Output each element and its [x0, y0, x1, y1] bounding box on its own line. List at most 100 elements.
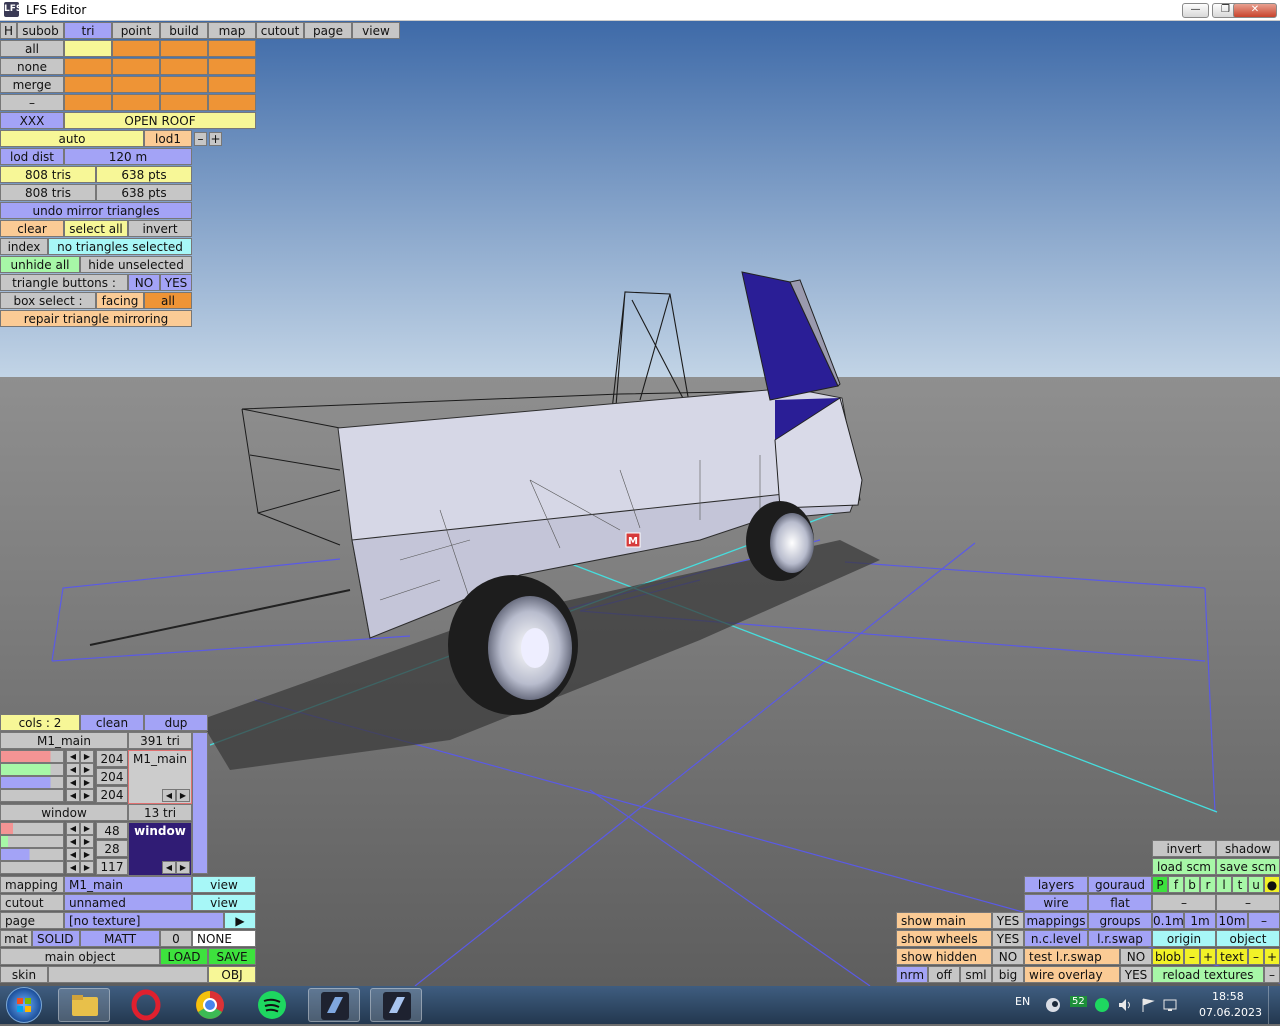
red-left-arrow[interactable]: ◀	[66, 822, 80, 835]
h-button[interactable]: H	[0, 22, 17, 39]
dash-button-2[interactable]: –	[1216, 894, 1280, 911]
cutout-view-button[interactable]: view	[192, 894, 256, 911]
green-slider-window[interactable]	[0, 835, 64, 848]
volume-icon[interactable]	[1117, 997, 1133, 1013]
group-cell[interactable]	[112, 94, 160, 111]
none-button[interactable]: none	[0, 58, 64, 75]
all-button[interactable]: all	[0, 40, 64, 57]
tri-buttons-yes[interactable]: YES	[160, 274, 192, 291]
page-value[interactable]: [no texture]	[64, 912, 224, 929]
taskbar-chrome[interactable]	[184, 988, 236, 1022]
taskbar-spotify[interactable]	[246, 988, 298, 1022]
blue-slider-window[interactable]	[0, 848, 64, 861]
alpha-right-arrow[interactable]: ▶	[80, 861, 94, 874]
color-name-main[interactable]: M1_main	[0, 732, 128, 749]
size-nrm[interactable]: nrm	[896, 966, 928, 983]
flag-icon[interactable]	[1140, 997, 1156, 1013]
object-id-button[interactable]: XXX	[0, 112, 64, 129]
green-right-arrow[interactable]: ▶	[80, 835, 94, 848]
red-right-arrow[interactable]: ▶	[80, 822, 94, 835]
clear-button[interactable]: clear	[0, 220, 64, 237]
view-l[interactable]: l	[1216, 876, 1232, 893]
alpha-left-arrow[interactable]: ◀	[66, 789, 80, 802]
red-right-arrow[interactable]: ▶	[80, 750, 94, 763]
lod-plus-button[interactable]: +	[209, 132, 222, 146]
minimize-button[interactable]: —	[1182, 3, 1209, 18]
object-button[interactable]: object	[1216, 930, 1280, 947]
clock-date[interactable]: 07.06.2023	[1199, 1006, 1262, 1019]
mat-number[interactable]: 0	[160, 930, 192, 947]
dash-button[interactable]: –	[0, 94, 64, 111]
box-select-all[interactable]: all	[144, 292, 192, 309]
lod-dist-value[interactable]: 120 m	[64, 148, 192, 165]
mat-solid[interactable]: SOLID	[32, 930, 80, 947]
alpha-right-arrow[interactable]: ▶	[80, 789, 94, 802]
invert-selection-button[interactable]: invert	[128, 220, 192, 237]
show-main-yes[interactable]: YES	[992, 912, 1024, 929]
group-cell[interactable]	[112, 58, 160, 75]
select-all-button[interactable]: select all	[64, 220, 128, 237]
grid-10m[interactable]: 10m	[1216, 912, 1248, 929]
green-slider[interactable]	[0, 763, 64, 776]
text-plus-button[interactable]: +	[1264, 948, 1280, 965]
view-b[interactable]: b	[1184, 876, 1200, 893]
nc-level-button[interactable]: n.c.level	[1024, 930, 1088, 947]
red-slider-window[interactable]	[0, 822, 64, 835]
text-minus-button[interactable]: –	[1248, 948, 1264, 965]
blob-plus-button[interactable]: +	[1200, 948, 1216, 965]
wire-button[interactable]: wire	[1024, 894, 1088, 911]
menu-point[interactable]: point	[112, 22, 160, 39]
view-u[interactable]: u	[1248, 876, 1264, 893]
view-f[interactable]: f	[1168, 876, 1184, 893]
obj-button[interactable]: OBJ	[208, 966, 256, 983]
menu-tri[interactable]: tri	[64, 22, 112, 39]
blob-minus-button[interactable]: –	[1184, 948, 1200, 965]
group-cell[interactable]	[208, 40, 256, 57]
tri-buttons-no[interactable]: NO	[128, 274, 160, 291]
lod-minus-button[interactable]: –	[194, 132, 207, 146]
swatch-right-arrow[interactable]: ▶	[176, 789, 190, 802]
steam-icon[interactable]	[1045, 997, 1061, 1013]
layers-button[interactable]: layers	[1024, 876, 1088, 893]
merge-button[interactable]: merge	[0, 76, 64, 93]
hide-unselected-button[interactable]: hide unselected	[80, 256, 192, 273]
taskbar-explorer[interactable]	[58, 988, 110, 1022]
mapping-value[interactable]: M1_main	[64, 876, 192, 893]
green-left-arrow[interactable]: ◀	[66, 835, 80, 848]
show-desktop-button[interactable]	[1268, 986, 1280, 1024]
wire-overlay-yes[interactable]: YES	[1120, 966, 1152, 983]
size-big[interactable]: big	[992, 966, 1024, 983]
load-scm-button[interactable]: load scm	[1152, 858, 1216, 875]
menu-build[interactable]: build	[160, 22, 208, 39]
swatch-left-arrow[interactable]: ◀	[162, 861, 176, 874]
index-button[interactable]: index	[0, 238, 48, 255]
alpha-slider-window[interactable]	[0, 861, 64, 874]
size-off[interactable]: off	[928, 966, 960, 983]
dash-button-1[interactable]: –	[1152, 894, 1216, 911]
color-name-window[interactable]: window	[0, 804, 128, 821]
language-indicator[interactable]: EN	[1015, 995, 1030, 1008]
blue-slider[interactable]	[0, 776, 64, 789]
group-cell[interactable]	[160, 58, 208, 75]
blue-right-arrow[interactable]: ▶	[80, 776, 94, 789]
lod-auto-button[interactable]: auto	[0, 130, 144, 147]
page-arrow-icon[interactable]: ▶	[224, 912, 256, 929]
cutout-value[interactable]: unnamed	[64, 894, 192, 911]
reload-dash[interactable]: –	[1264, 966, 1280, 983]
network-icon[interactable]	[1163, 997, 1179, 1013]
alpha-left-arrow[interactable]: ◀	[66, 861, 80, 874]
mapping-view-button[interactable]: view	[192, 876, 256, 893]
swatch-left-arrow[interactable]: ◀	[162, 789, 176, 802]
start-button[interactable]	[6, 987, 42, 1023]
menu-page[interactable]: page	[304, 22, 352, 39]
group-cell[interactable]	[160, 94, 208, 111]
show-hidden-no[interactable]: NO	[992, 948, 1024, 965]
lod-level[interactable]: lod1	[144, 130, 192, 147]
taskbar-lfs[interactable]	[308, 988, 360, 1022]
swatch-right-arrow[interactable]: ▶	[176, 861, 190, 874]
group-cell[interactable]	[112, 76, 160, 93]
green-left-arrow[interactable]: ◀	[66, 763, 80, 776]
view-t[interactable]: t	[1232, 876, 1248, 893]
group-cell[interactable]	[208, 76, 256, 93]
group-cell[interactable]	[160, 40, 208, 57]
